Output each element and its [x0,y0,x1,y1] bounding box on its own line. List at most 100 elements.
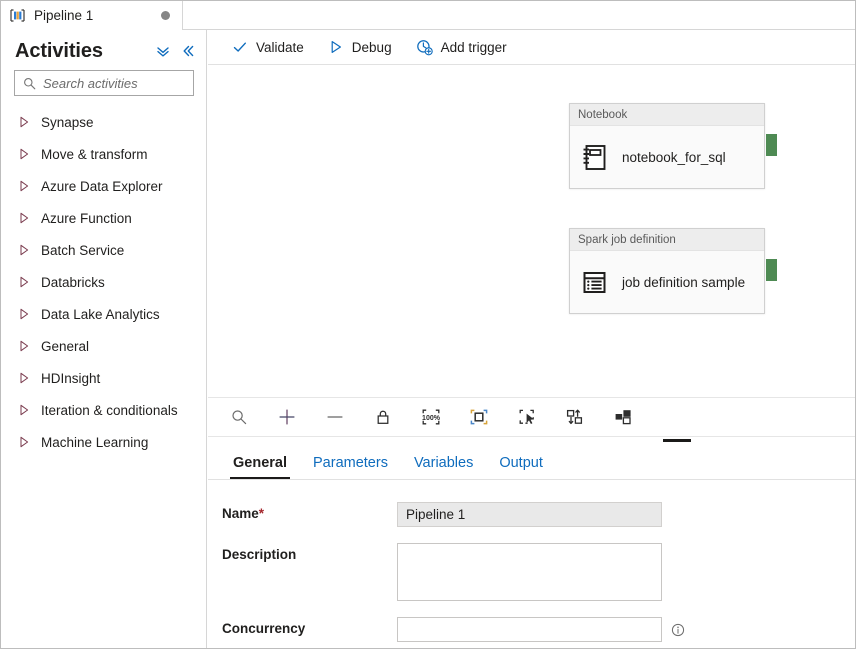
output-port[interactable] [766,134,777,156]
spark-job-definition-icon [579,267,610,298]
node-type-label: Spark job definition [578,233,676,246]
select-cursor-icon[interactable] [512,402,542,432]
activities-panel-header-actions [155,43,196,59]
tab-label: Pipeline 1 [34,8,94,23]
node-name-label: notebook_for_sql [622,149,726,165]
node-header: Spark job definition [570,229,764,251]
tab-strip-empty-area [183,1,855,29]
add-trigger-icon [416,39,433,56]
expand-triangle-icon[interactable] [19,180,30,192]
tab-general-label: General [233,455,287,471]
activity-category-label: Synapse [41,114,94,130]
form-row-concurrency: Concurrency [208,617,855,642]
pipeline-icon [10,9,25,22]
node-type-label: Notebook [578,108,628,121]
node-header: Notebook [570,104,764,126]
add-trigger-button[interactable]: Add trigger [406,32,517,62]
activity-category-azure-function[interactable]: Azure Function [1,202,206,234]
synapse-pipeline-editor: Pipeline 1 Activities Search activities … [0,0,856,649]
form-row-name: Name* Pipeline 1 [208,502,855,527]
expand-triangle-icon[interactable] [19,308,30,320]
zoom-out-icon[interactable] [320,402,350,432]
auto-align-icon[interactable] [560,402,590,432]
activity-category-move-transform[interactable]: Move & transform [1,138,206,170]
play-triangle-icon [328,39,344,55]
activity-node-notebook[interactable]: Notebook notebook_for_sql [569,103,777,189]
double-chevron-left-icon[interactable] [180,43,196,59]
expand-triangle-icon[interactable] [19,404,30,416]
horizontal-splitter-handle[interactable] [208,437,855,444]
activity-category-label: Databricks [41,274,105,290]
activity-category-hdinsight[interactable]: HDInsight [1,362,206,394]
activity-category-machine-learning[interactable]: Machine Learning [1,426,206,458]
activity-category-label: Azure Data Explorer [41,178,163,194]
expand-triangle-icon[interactable] [19,244,30,256]
zoom-in-icon[interactable] [272,402,302,432]
node-body: notebook_for_sql [570,126,764,188]
description-field[interactable] [397,543,662,601]
tab-pipeline-1[interactable]: Pipeline 1 [1,1,183,30]
svg-text:100%: 100% [422,415,441,422]
search-container: Search activities [1,68,206,96]
activity-category-general[interactable]: General [1,330,206,362]
activity-category-label: HDInsight [41,370,101,386]
output-port[interactable] [766,259,777,281]
concurrency-field-label: Concurrency [222,621,306,636]
description-field-label: Description [222,547,297,562]
activity-category-iteration-conditionals[interactable]: Iteration & conditionals [1,394,206,426]
required-marker: * [258,506,265,521]
activity-category-label: Machine Learning [41,434,149,450]
name-field[interactable]: Pipeline 1 [397,502,662,527]
tab-parameters-label: Parameters [313,455,388,471]
activity-category-batch-service[interactable]: Batch Service [1,234,206,266]
lock-icon[interactable] [368,402,398,432]
activity-category-label: General [41,338,90,354]
zoom-to-fit-icon[interactable] [224,402,254,432]
tab-output-label: Output [499,455,543,471]
tab-general[interactable]: General [222,455,298,479]
tab-output[interactable]: Output [488,455,554,479]
activity-category-synapse[interactable]: Synapse [1,106,206,138]
double-chevron-down-icon[interactable] [155,43,171,59]
unsaved-indicator[interactable] [161,11,170,20]
expand-triangle-icon[interactable] [19,340,30,352]
search-placeholder: Search activities [43,75,138,91]
pipeline-main-area: Validate Debug Add trigger Notebook note… [208,30,855,648]
zoom-100-percent-icon[interactable]: 100% [416,402,446,432]
activity-category-label: Data Lake Analytics [41,306,160,322]
activity-category-label: Move & transform [41,146,148,162]
activity-category-data-lake-analytics[interactable]: Data Lake Analytics [1,298,206,330]
concurrency-field-group [397,617,685,642]
search-input[interactable]: Search activities [14,70,194,96]
activities-category-list: Synapse Move & transform Azure Data Explor… [1,106,206,458]
splitter-grip [663,439,691,442]
notebook-icon [579,142,610,173]
concurrency-field[interactable] [397,617,662,642]
canvas-toolbar: 100% [208,397,855,437]
tab-variables[interactable]: Variables [403,455,484,479]
info-icon[interactable] [671,623,685,637]
page-title: Activities [15,39,103,62]
expand-triangle-icon[interactable] [19,436,30,448]
validate-button-label: Validate [256,39,304,55]
expand-triangle-icon[interactable] [19,116,30,128]
tab-parameters[interactable]: Parameters [302,455,399,479]
tab-variables-label: Variables [413,455,474,471]
node-body: job definition sample [570,251,764,313]
pipeline-canvas[interactable]: Notebook notebook_for_sql Spark job defi… [208,65,855,397]
activity-node-spark-job-definition[interactable]: Spark job definition job definition samp… [569,228,777,314]
fit-to-screen-icon[interactable] [464,402,494,432]
node-name-label: job definition sample [622,274,746,290]
activities-panel-header: Activities [1,30,206,68]
expand-triangle-icon[interactable] [19,276,30,288]
expand-triangle-icon[interactable] [19,148,30,160]
debug-button[interactable]: Debug [318,32,402,62]
add-trigger-button-label: Add trigger [440,39,507,55]
validate-button[interactable]: Validate [222,32,314,62]
activity-category-azure-data-explorer[interactable]: Azure Data Explorer [1,170,206,202]
activity-category-databricks[interactable]: Databricks [1,266,206,298]
toggle-minimap-icon[interactable] [608,402,638,432]
name-field-value: Pipeline 1 [406,507,466,522]
expand-triangle-icon[interactable] [19,372,30,384]
expand-triangle-icon[interactable] [19,212,30,224]
